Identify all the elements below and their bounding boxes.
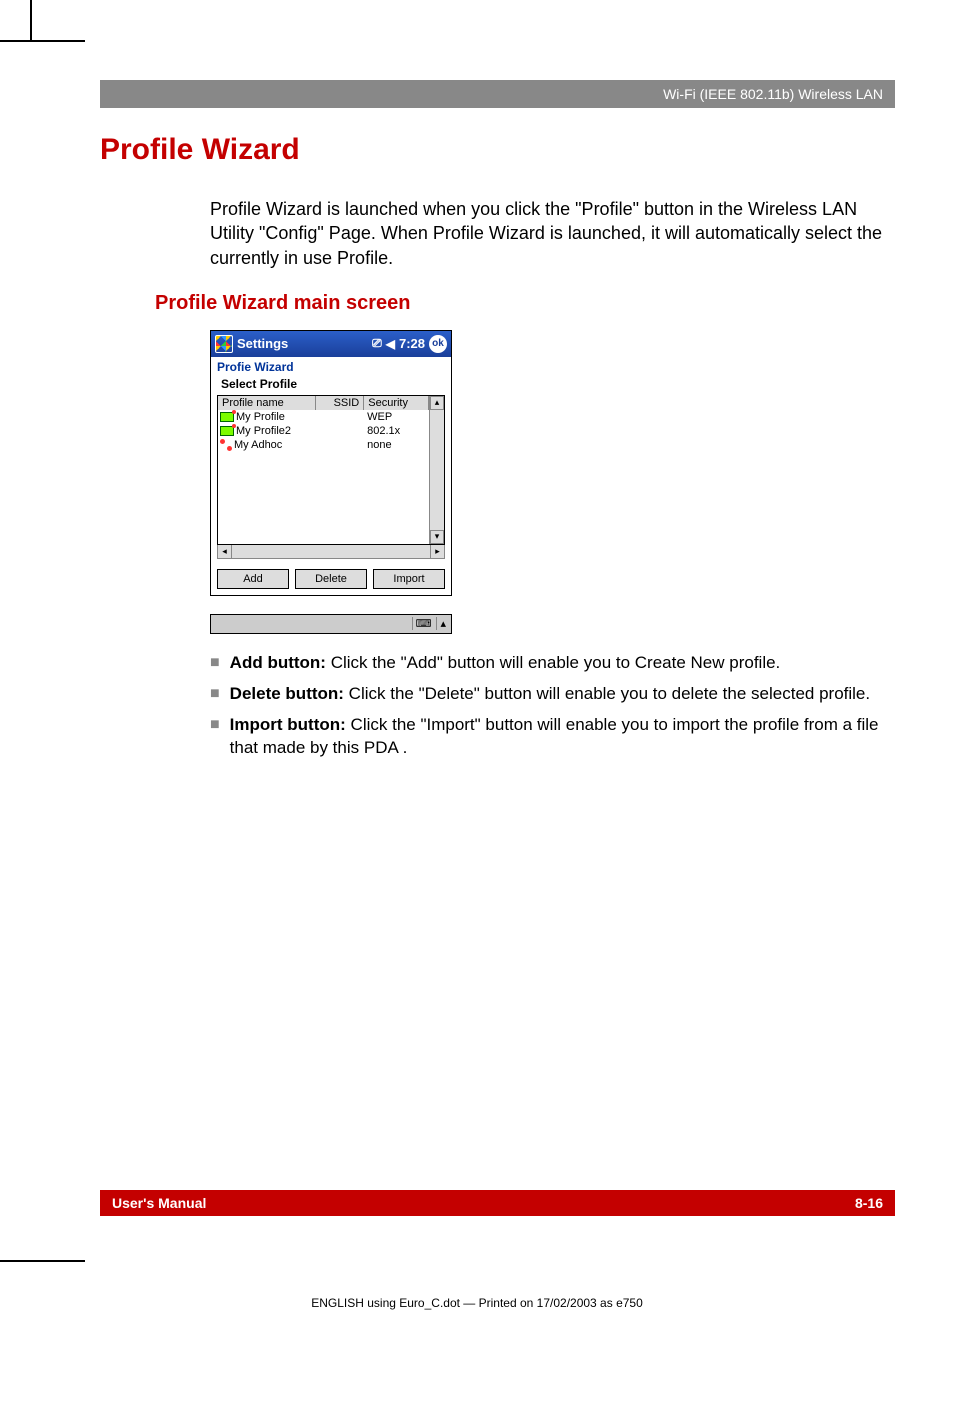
cell-ssid [315,410,364,424]
clock-time: 7:28 [399,336,425,351]
cell-security: WEP [363,410,429,424]
cell-name: My Profile [236,411,285,423]
footer-left: User's Manual [112,1195,206,1211]
volume-icon[interactable]: ◀ [386,337,395,351]
list-item[interactable]: My Adhoc none [218,438,429,452]
page-title: Profile Wizard [100,133,895,167]
col-security[interactable]: Security [364,396,429,410]
window-title: Settings [237,336,288,351]
crop-mark [0,40,85,42]
adhoc-icon [220,439,232,451]
scroll-up-icon[interactable]: ▴ [430,396,444,410]
print-info: ENGLISH using Euro_C.dot — Printed on 17… [0,1296,954,1310]
bullet-label: Delete button: [230,684,344,703]
list-item: ■ Delete button: Click the "Delete" butt… [210,683,895,706]
section-heading: Profile Wizard main screen [155,292,895,315]
titlebar: Settings ⎚ ◀ 7:28 ok [211,331,451,357]
horizontal-scrollbar[interactable]: ◂ ▸ [217,545,445,559]
bullet-label: Add button: [230,653,326,672]
list-item: ■ Add button: Click the "Add" button wil… [210,652,895,675]
sip-toolbar: ⌨ ▴ [210,614,452,634]
list-item[interactable]: My Profile WEP [218,410,429,424]
cell-security: 802.1x [363,424,429,438]
crop-mark [30,0,32,40]
ok-button[interactable]: ok [429,335,447,353]
pda-window: Settings ⎚ ◀ 7:28 ok Profie Wizard Selec… [210,330,452,596]
list-header: Profile name SSID Security [218,396,429,410]
delete-button[interactable]: Delete [295,569,367,589]
bullet-list: ■ Add button: Click the "Add" button wil… [210,652,895,760]
scroll-right-icon[interactable]: ▸ [430,545,444,558]
col-ssid[interactable]: SSID [316,396,364,410]
add-button[interactable]: Add [217,569,289,589]
start-icon[interactable] [215,335,233,353]
cell-name: My Adhoc [234,439,282,451]
cell-ssid [315,438,364,452]
list-item: ■ Import button: Click the "Import" butt… [210,714,895,760]
header-text: Wi-Fi (IEEE 802.11b) Wireless LAN [663,86,883,102]
infrastructure-icon [220,426,234,436]
footer-right: 8-16 [855,1195,883,1211]
profile-listview[interactable]: Profile name SSID Security My Profile WE… [217,395,445,545]
sip-up-icon[interactable]: ▴ [436,617,449,630]
crop-mark [0,1260,85,1262]
section-label: Select Profile [211,375,451,395]
connectivity-icon[interactable]: ⎚ [372,336,382,351]
bullet-body: Click the "Add" button will enable you t… [326,653,780,672]
col-profile-name[interactable]: Profile name [218,396,316,410]
scroll-left-icon[interactable]: ◂ [218,545,232,558]
running-header: Wi-Fi (IEEE 802.11b) Wireless LAN [100,80,895,108]
bullet-icon: ■ [210,714,220,736]
import-button[interactable]: Import [373,569,445,589]
keyboard-icon[interactable]: ⌨ [412,617,435,630]
bullet-label: Import button: [230,715,346,734]
list-item[interactable]: My Profile2 802.1x [218,424,429,438]
vertical-scrollbar[interactable]: ▴ ▾ [429,396,444,544]
embedded-screenshot: Settings ⎚ ◀ 7:28 ok Profie Wizard Selec… [210,330,452,634]
bullet-body: Click the "Delete" button will enable yo… [344,684,870,703]
app-title: Profie Wizard [211,357,451,375]
bullet-icon: ■ [210,683,220,705]
cell-name: My Profile2 [236,425,291,437]
bullet-icon: ■ [210,652,220,674]
cell-ssid [315,424,364,438]
cell-security: none [363,438,429,452]
intro-paragraph: Profile Wizard is launched when you clic… [210,197,895,270]
scroll-down-icon[interactable]: ▾ [430,530,444,544]
infrastructure-icon [220,412,234,422]
page-footer: User's Manual 8-16 [100,1190,895,1216]
